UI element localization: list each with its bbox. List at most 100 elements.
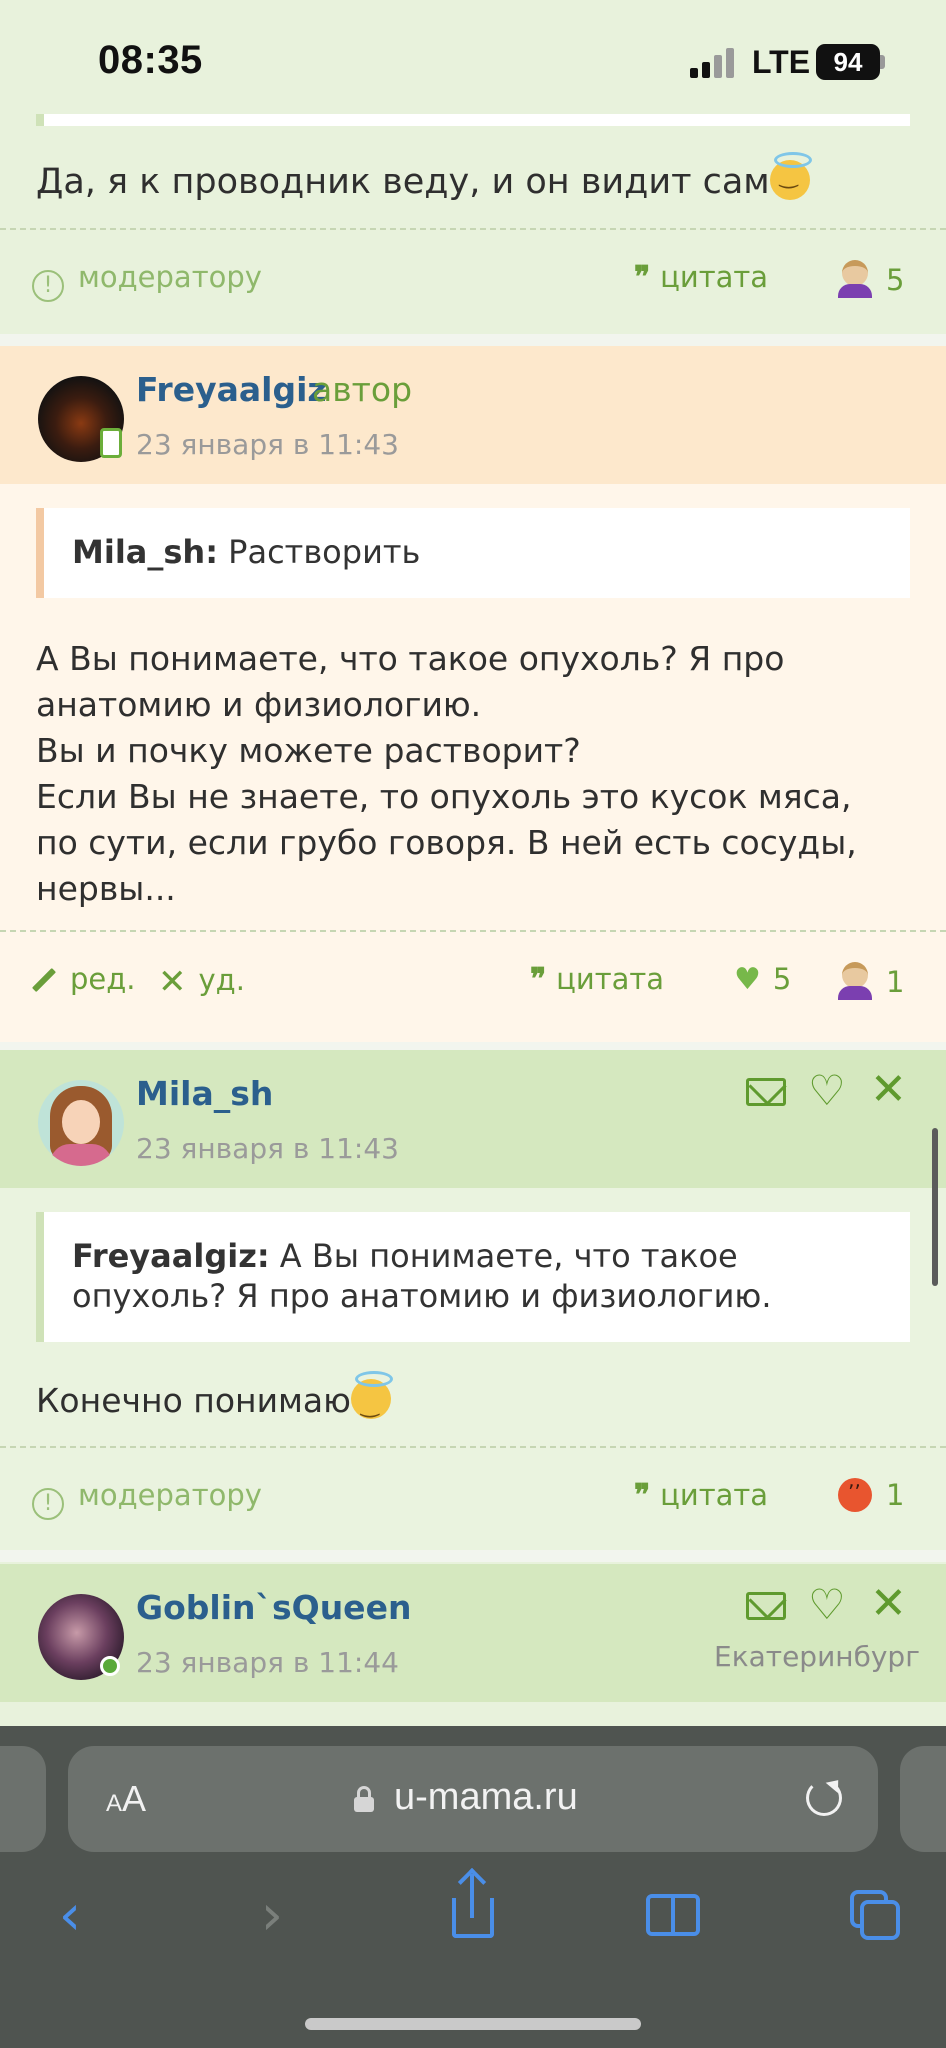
- tabs-button[interactable]: [832, 1876, 912, 1956]
- quote-button[interactable]: ❞ цитата: [634, 260, 768, 295]
- post-text-line: Вы и почку можете растворит?: [36, 731, 581, 770]
- smiling-angel-emoji-icon: [769, 152, 812, 200]
- aa-big: A: [122, 1778, 147, 1819]
- close-icon: ✕: [158, 962, 187, 1002]
- next-tab-preview[interactable]: [900, 1746, 946, 1852]
- quote-icon: ❞: [634, 1478, 651, 1513]
- home-indicator: [305, 2018, 641, 2030]
- reaction-facepalm[interactable]: 5: [838, 260, 904, 298]
- divider: [0, 228, 946, 230]
- avatar[interactable]: [38, 1080, 124, 1166]
- post-date: 23 января в 11:43: [136, 1132, 399, 1165]
- reaction-facepalm[interactable]: 1: [838, 962, 904, 1000]
- address-bar[interactable]: AA u-mama.ru: [68, 1746, 878, 1852]
- username[interactable]: Mila_sh: [136, 1074, 273, 1113]
- angry-face-emoji-icon: [838, 1478, 872, 1512]
- reload-icon[interactable]: [806, 1780, 842, 1816]
- post-text: Да, я к проводник веду, и он видит сам: [36, 152, 812, 202]
- author-badge: автор: [312, 370, 413, 409]
- signal-icon: [690, 48, 734, 78]
- quote-author: Mila_sh:: [72, 533, 218, 571]
- post-text-line: по сути, если грубо говоря. В ней есть с…: [36, 823, 857, 862]
- reaction-count: 5: [886, 263, 905, 297]
- post-header: [0, 1564, 946, 1702]
- quote-button[interactable]: ❞ цитата: [530, 962, 664, 997]
- quote-text: А Вы понимаете, что такое: [279, 1237, 738, 1275]
- post-text-line: Если Вы не знаете, то опухоль это кусок …: [36, 777, 852, 816]
- post-header: [0, 1050, 946, 1188]
- status-time: 08:35: [98, 38, 203, 82]
- quote-label: цитата: [660, 1478, 769, 1512]
- back-button[interactable]: ‹: [30, 1876, 110, 1956]
- forward-button[interactable]: ›: [232, 1876, 312, 1956]
- post-header: [0, 346, 946, 484]
- page: 08:35 LTE 94 Да, я к проводник веду, и о…: [0, 0, 946, 2048]
- post-text-content: Да, я к проводник веду, и он видит сам: [36, 162, 770, 202]
- close-icon[interactable]: ✕: [870, 1068, 907, 1112]
- quote-author: Freyaalgiz:: [72, 1237, 270, 1275]
- online-status-icon: [100, 1656, 120, 1676]
- heart-outline-icon[interactable]: ♡: [808, 1584, 846, 1626]
- mobile-device-icon: [100, 428, 122, 458]
- post-text-content: Конечно понимаю: [36, 1381, 351, 1420]
- report-label: модератору: [78, 260, 262, 294]
- report-moderator-link[interactable]: ! модератору: [32, 260, 262, 302]
- pencil-icon: [31, 967, 57, 993]
- reaction-like[interactable]: ♥ 5: [734, 962, 791, 997]
- network-type: LTE: [752, 44, 811, 80]
- quote-text: Растворить: [228, 533, 421, 571]
- quote-label: цитата: [660, 260, 769, 294]
- delete-button[interactable]: ✕ уд.: [158, 962, 245, 1002]
- previous-tab-preview[interactable]: [0, 1746, 46, 1852]
- quote-text: опухоль? Я про анатомию и физиологию.: [72, 1277, 772, 1315]
- username[interactable]: Goblin`sQueen: [136, 1588, 411, 1627]
- green-heart-icon: ♥: [734, 962, 761, 997]
- reaction-count: 1: [886, 965, 905, 999]
- mail-icon[interactable]: [746, 1078, 786, 1106]
- battery-nub: [880, 55, 885, 69]
- url-text: u-mama.ru: [394, 1776, 578, 1818]
- edit-button[interactable]: ред.: [30, 962, 136, 996]
- mail-icon[interactable]: [746, 1592, 786, 1620]
- report-label: модератору: [78, 1478, 262, 1512]
- close-icon[interactable]: ✕: [870, 1582, 907, 1626]
- divider: [0, 1446, 946, 1448]
- divider: [0, 930, 946, 932]
- tabs-icon: [850, 1890, 900, 1940]
- browser-toolbar: AA u-mama.ru ‹ ›: [0, 1726, 946, 2048]
- share-button[interactable]: [432, 1867, 512, 1956]
- quote-block: Mila_sh: Растворить: [36, 508, 910, 598]
- quote-icon: ❞: [530, 962, 547, 997]
- reader-options-button[interactable]: AA: [106, 1778, 146, 1820]
- post-text-line: А Вы понимаете, что такое опухоль? Я про: [36, 639, 785, 678]
- heart-outline-icon[interactable]: ♡: [808, 1070, 846, 1112]
- user-city: Екатеринбург: [714, 1640, 920, 1673]
- bookmarks-button[interactable]: [632, 1876, 712, 1956]
- scrollbar[interactable]: [932, 1128, 938, 1286]
- status-bar: 08:35 LTE 94: [0, 0, 946, 118]
- like-count: 5: [772, 962, 792, 996]
- post-separator: [0, 334, 946, 346]
- quote-icon: ❞: [634, 260, 651, 295]
- edit-label: ред.: [70, 962, 136, 996]
- quote-block-tail: [36, 114, 910, 126]
- post-date: 23 января в 11:44: [136, 1646, 399, 1679]
- smiling-angel-emoji-icon: [350, 1371, 393, 1429]
- delete-label: уд.: [198, 963, 245, 997]
- battery-icon: 94: [816, 44, 880, 80]
- post-text-line: анатомию и физиологию.: [36, 685, 482, 724]
- username[interactable]: Freyaalgiz: [136, 370, 327, 409]
- reaction-angry[interactable]: 1: [838, 1478, 904, 1512]
- post-text: А Вы понимаете, что такое опухоль? Я про…: [36, 636, 916, 912]
- quote-label: цитата: [556, 962, 665, 996]
- reaction-count: 1: [886, 1478, 905, 1512]
- quote-block: Freyaalgiz: А Вы понимаете, что такое оп…: [36, 1212, 910, 1342]
- browser-nav: ‹ ›: [0, 1867, 946, 1996]
- post-text: Конечно понимаю: [36, 1371, 393, 1429]
- report-moderator-link[interactable]: ! модератору: [32, 1478, 262, 1520]
- alert-icon: !: [32, 270, 64, 302]
- facepalm-emoji-icon: [838, 962, 872, 1000]
- aa-small: A: [106, 1790, 123, 1817]
- book-icon: [646, 1894, 700, 1936]
- quote-button[interactable]: ❞ цитата: [634, 1478, 768, 1513]
